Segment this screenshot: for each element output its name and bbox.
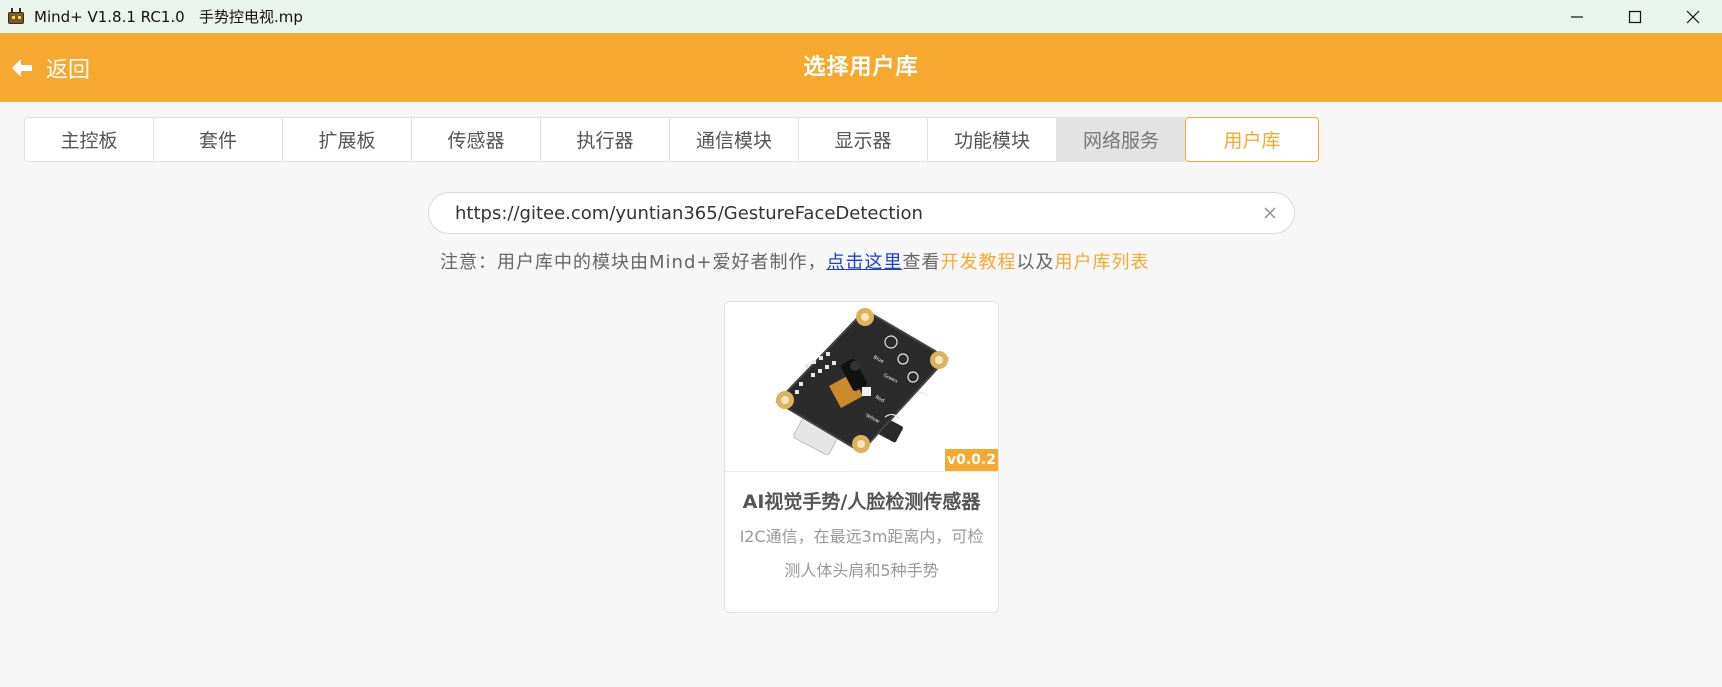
tab-displays[interactable]: 显示器 xyxy=(798,117,927,162)
minimize-icon xyxy=(1571,15,1583,18)
notice-and: 以及 xyxy=(1016,252,1055,273)
tab-kits[interactable]: 套件 xyxy=(153,117,282,162)
category-tabs: 主控板 套件 扩展板 传感器 执行器 通信模块 显示器 功能模块 网络服务 用户… xyxy=(24,117,1319,162)
click-here-link[interactable]: 点击这里 xyxy=(826,252,902,273)
library-search-box xyxy=(428,192,1295,234)
window-title-bar: Mind+ V1.8.1 RC1.0 手势控电视.mp xyxy=(0,0,1722,33)
tab-user-library[interactable]: 用户库 xyxy=(1185,117,1319,162)
maximize-button[interactable] xyxy=(1606,0,1664,33)
library-card[interactable]: Blue Green Red Yellow v0.0.2 AI视觉手势/人脸检测… xyxy=(724,301,999,613)
minimize-button[interactable] xyxy=(1548,0,1606,33)
card-description: I2C通信，在最远3m距离内，可检测人体头肩和5种手势 xyxy=(739,527,984,580)
card-title: AI视觉手势/人脸检测传感器 xyxy=(742,491,981,513)
notice-middle: 查看 xyxy=(902,252,941,273)
library-list-link[interactable]: 用户库列表 xyxy=(1054,252,1149,273)
tab-sensors[interactable]: 传感器 xyxy=(411,117,540,162)
tab-expansion-board[interactable]: 扩展板 xyxy=(282,117,411,162)
notice-prefix: 注意：用户库中的模块由Mind+爱好者制作， xyxy=(440,252,827,273)
notice-text: 注意：用户库中的模块由Mind+爱好者制作，点击这里查看开发教程以及用户库列表 xyxy=(440,248,1149,274)
tab-function-modules[interactable]: 功能模块 xyxy=(927,117,1056,162)
dev-tutorial-link[interactable]: 开发教程 xyxy=(940,252,1016,273)
version-badge: v0.0.2 xyxy=(945,449,998,471)
clear-icon[interactable] xyxy=(1260,203,1280,223)
close-icon xyxy=(1686,10,1700,23)
window-title: Mind+ V1.8.1 RC1.0 手势控电视.mp xyxy=(34,8,303,26)
close-window-button[interactable] xyxy=(1664,0,1722,33)
tab-network-services[interactable]: 网络服务 xyxy=(1056,117,1185,162)
library-url-input[interactable] xyxy=(455,193,1235,233)
page-title: 选择用户库 xyxy=(803,55,919,80)
sensor-board-image: Blue Green Red Yellow xyxy=(775,308,949,456)
header-bar: 返回 选择用户库 xyxy=(0,33,1722,102)
mind-plus-robot-icon xyxy=(6,7,26,26)
card-image: Blue Green Red Yellow v0.0.2 xyxy=(725,302,998,472)
tab-main-board[interactable]: 主控板 xyxy=(24,117,153,162)
maximize-icon xyxy=(1628,10,1642,23)
tab-communication[interactable]: 通信模块 xyxy=(669,117,798,162)
tab-actuators[interactable]: 执行器 xyxy=(540,117,669,162)
